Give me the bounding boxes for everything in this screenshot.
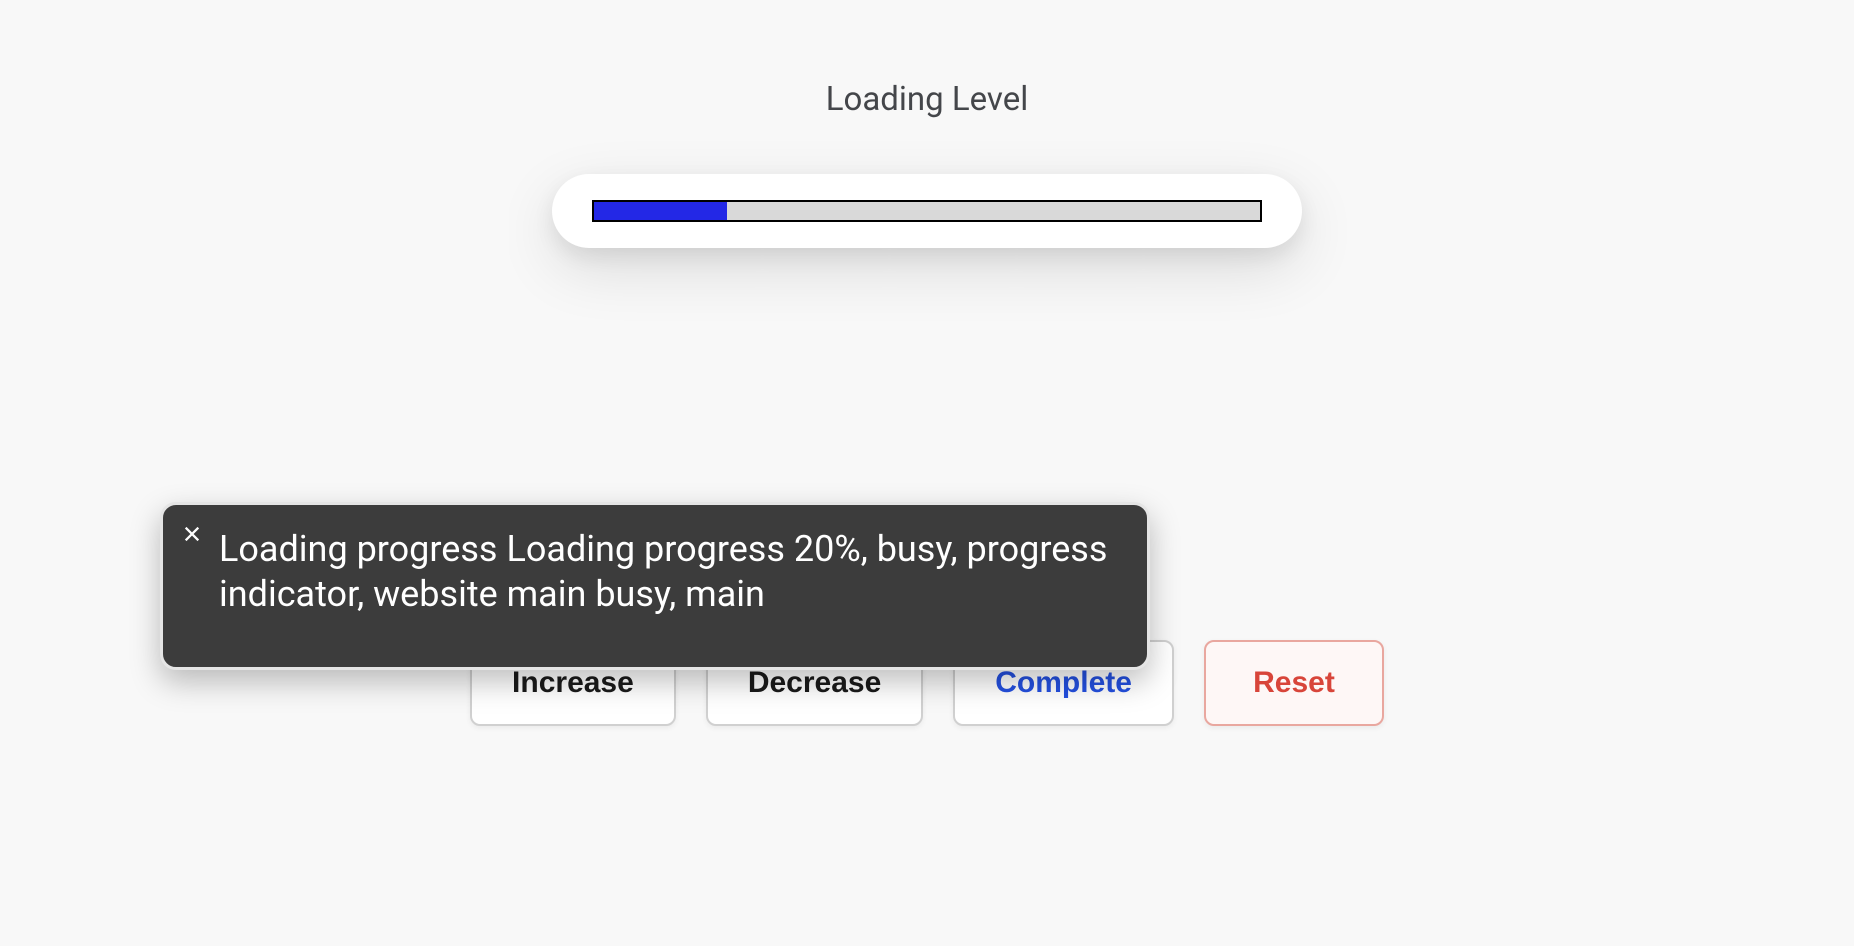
close-icon[interactable] [181, 523, 203, 545]
reset-button[interactable]: Reset [1204, 640, 1384, 726]
accessibility-tooltip: Loading progress Loading progress 20%, b… [160, 502, 1150, 670]
progress-bar-container [552, 174, 1302, 248]
page-title: Loading Level [0, 0, 1854, 119]
progress-fill [594, 202, 727, 220]
tooltip-text: Loading progress Loading progress 20%, b… [219, 527, 1117, 617]
progress-track [592, 200, 1262, 222]
